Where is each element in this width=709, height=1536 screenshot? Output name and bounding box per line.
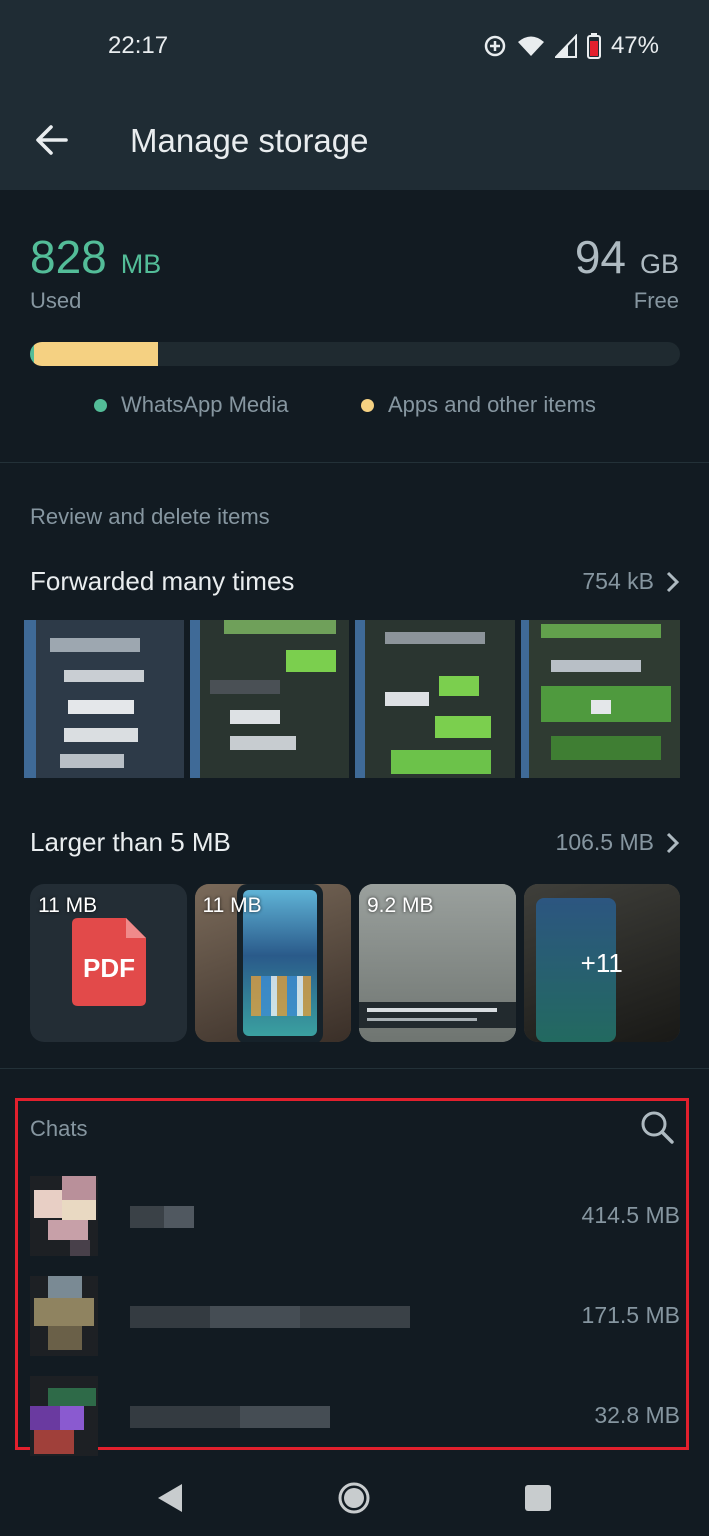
review-section-label: Review and delete items: [30, 504, 270, 529]
legend-label: Apps and other items: [388, 392, 596, 417]
free-amount: 94 GB: [575, 230, 679, 284]
avatar: [30, 1276, 98, 1356]
forwarded-thumbnail[interactable]: [520, 620, 680, 778]
chat-row[interactable]: 171.5 MB: [30, 1276, 680, 1356]
legend-dot-yellow: [361, 398, 374, 412]
chevron-right-icon: [666, 832, 680, 853]
chat-name-redacted: [130, 1406, 330, 1428]
chat-row[interactable]: 32.8 MB: [30, 1376, 680, 1456]
storage-bar: [30, 342, 680, 366]
battery-percent: 47%: [610, 32, 659, 59]
legend-whatsapp-media: WhatsApp Media: [94, 392, 289, 418]
forwarded-row[interactable]: Forwarded many times 754 kB: [30, 566, 680, 606]
forwarded-thumbnail[interactable]: [355, 620, 515, 778]
forwarded-thumbnails: [24, 620, 680, 778]
file-size-label: 9.2 MB: [367, 894, 434, 917]
status-time: 22:17: [108, 32, 169, 59]
chat-size: 414.5 MB: [581, 1202, 680, 1228]
legend-label: WhatsApp Media: [121, 392, 289, 417]
file-size-label: 11 MB: [38, 894, 98, 917]
forwarded-thumbnail[interactable]: [189, 620, 349, 778]
pdf-file-icon: PDF: [72, 918, 146, 1006]
system-nav-bar: [0, 1460, 709, 1536]
chats-section: Chats 414.5 MB 171.5 MB 32.8 MB: [0, 1068, 709, 1460]
larger-size-group: 106.5 MB: [556, 829, 680, 856]
free-label: Free: [633, 288, 679, 313]
search-icon[interactable]: [640, 1110, 674, 1144]
avatar: [30, 1176, 98, 1256]
page-title: Manage storage: [130, 122, 369, 159]
more-files-count: +11: [580, 947, 623, 978]
arrow-back-icon[interactable]: [30, 118, 74, 162]
chat-size: 32.8 MB: [594, 1402, 680, 1428]
free-unit: GB: [639, 249, 679, 279]
larger-title: Larger than 5 MB: [30, 827, 231, 857]
file-size-label: 11 MB: [202, 894, 262, 917]
top-app-bar: 22:17 47% Manage storage: [0, 0, 709, 190]
status-icons: 47%: [483, 32, 659, 60]
data-saver-icon: [484, 35, 506, 57]
forwarded-size-group: 754 kB: [582, 568, 680, 595]
chat-name-redacted: [130, 1306, 410, 1328]
battery-icon: [586, 33, 601, 59]
recents-square-icon[interactable]: [520, 1480, 556, 1516]
larger-row[interactable]: Larger than 5 MB 106.5 MB: [30, 827, 680, 867]
forwarded-size: 754 kB: [582, 568, 654, 594]
free-value: 94: [574, 231, 626, 283]
home-circle-icon[interactable]: [336, 1480, 372, 1516]
large-file-more[interactable]: +11: [523, 884, 680, 1042]
larger-thumbnails: PDF 11 MB 11 MB 9.2 MB +11: [30, 884, 680, 1042]
storage-bar-apps-other: [34, 342, 158, 366]
review-section: Review and delete items Forwarded many t…: [0, 462, 709, 1069]
wifi-icon: [517, 36, 544, 56]
large-file-photo[interactable]: 11 MB: [194, 884, 351, 1042]
large-file-screenshot[interactable]: 9.2 MB: [359, 884, 516, 1042]
app-bar: Manage storage: [0, 100, 709, 180]
chat-row[interactable]: 414.5 MB: [30, 1176, 680, 1256]
svg-text:PDF: PDF: [83, 953, 135, 983]
legend-apps-other: Apps and other items: [361, 392, 596, 418]
signal-icon: [554, 34, 577, 58]
chat-name-redacted: [130, 1206, 194, 1228]
used-label: Used: [30, 288, 82, 313]
forwarded-title: Forwarded many times: [30, 566, 295, 596]
chevron-right-icon: [666, 571, 680, 592]
used-value: 828: [30, 231, 107, 283]
status-bar: 22:17 47%: [0, 30, 709, 64]
back-triangle-icon[interactable]: [152, 1480, 188, 1516]
chats-section-label: Chats: [30, 1116, 88, 1141]
large-file-pdf[interactable]: PDF 11 MB: [30, 884, 187, 1042]
chat-size: 171.5 MB: [581, 1302, 680, 1328]
used-unit: MB: [120, 249, 162, 279]
used-amount: 828 MB: [30, 230, 161, 284]
forwarded-thumbnail[interactable]: [24, 620, 184, 778]
avatar: [30, 1376, 98, 1456]
larger-size: 106.5 MB: [555, 829, 654, 855]
storage-summary: 828 MB Used 94 GB Free WhatsApp Media Apps…: [0, 190, 709, 463]
legend-dot-green: [94, 398, 107, 412]
